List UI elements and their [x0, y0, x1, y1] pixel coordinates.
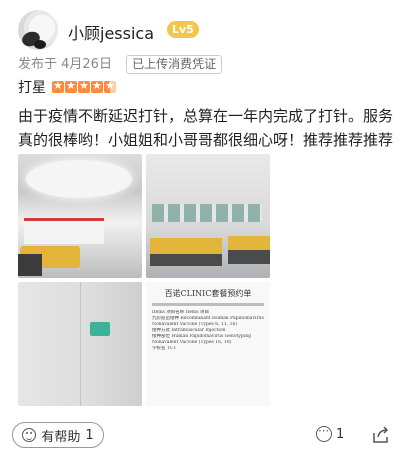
post-meta: 发布于 4月26日 已上传消费凭证 — [18, 55, 223, 75]
sofa-base — [150, 254, 222, 266]
star-icon — [65, 79, 77, 93]
reception-desk-photo[interactable] — [18, 154, 142, 278]
voucher-badge: 已上传消费凭证 — [126, 55, 223, 74]
share-button[interactable] — [372, 426, 390, 444]
wall-panels — [152, 204, 262, 222]
star-icon — [78, 79, 90, 93]
comment-button[interactable]: 1 — [316, 424, 345, 442]
sofa-base — [228, 250, 270, 264]
vaccine-record-photo[interactable]: 百诺CLINIC套餐预约单 Items 项目名称 Items 项目 九价疫苗接种… — [146, 282, 270, 406]
review-text: 由于疫情不断延迟打针，总算在一年内完成了打针。服务真的很棒哟！小姐姐和小哥哥都很… — [18, 107, 394, 149]
document-row: 学校名 TCT — [152, 346, 177, 351]
helpful-count: 1 — [85, 427, 94, 443]
yellow-sofa — [150, 238, 222, 254]
waiting-area-photo[interactable] — [146, 154, 270, 278]
document-rule — [152, 303, 264, 306]
document-title: 百诺CLINIC套餐预约单 — [164, 289, 252, 298]
username[interactable]: 小顾jessica — [68, 20, 154, 44]
comment-count: 1 — [336, 426, 345, 442]
ceiling-light — [26, 160, 132, 198]
avatar[interactable] — [18, 10, 58, 50]
star-icon — [91, 79, 103, 93]
green-sign — [90, 322, 110, 336]
wall-edge — [80, 282, 81, 406]
star-icon — [52, 79, 64, 93]
post-date: 发布于 4月26日 — [18, 57, 112, 72]
level-badge: Lv5 — [167, 21, 199, 38]
smile-icon — [22, 428, 37, 442]
share-icon — [373, 426, 389, 443]
rating-label: 打星 — [18, 80, 46, 96]
helpful-button[interactable]: 有帮助 1 — [12, 422, 104, 448]
hallway-sign-photo[interactable] — [18, 282, 142, 406]
user-header: 小顾jessica Lv5 — [18, 10, 398, 50]
helpful-label: 有帮助 — [41, 429, 81, 445]
comment-icon — [316, 424, 332, 442]
sofa-base — [18, 254, 42, 276]
action-bar: 有帮助 1 1 — [0, 420, 414, 454]
half-star-icon — [104, 79, 116, 93]
reception-desk — [24, 218, 104, 244]
yellow-sofa — [228, 236, 270, 250]
star-rating — [52, 79, 116, 93]
rating-row: 打星 — [18, 78, 116, 96]
avatar-image-detail — [34, 40, 46, 49]
vaccine-document: 百诺CLINIC套餐预约单 Items 项目名称 Items 项目 九价疫苗接种… — [146, 282, 270, 406]
